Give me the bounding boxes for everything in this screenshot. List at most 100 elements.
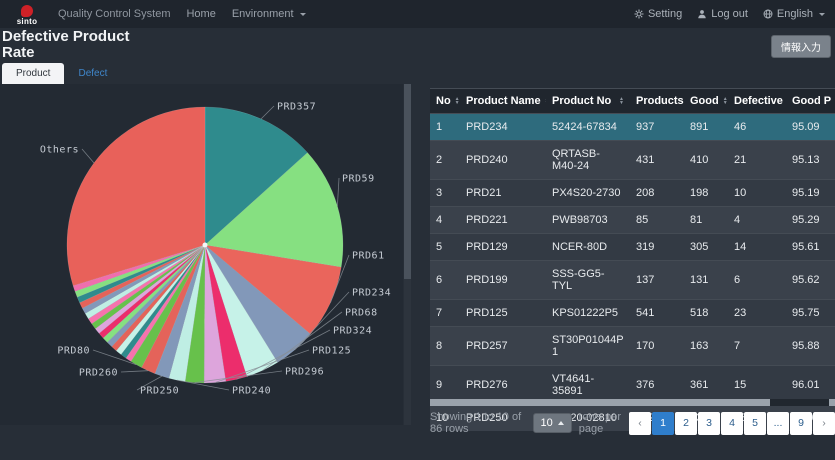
table-row[interactable]: 1PRD23452424-678349378914695.09 xyxy=(430,114,835,141)
brand[interactable]: sinto xyxy=(10,5,44,26)
page-next-button[interactable]: › xyxy=(813,412,835,435)
table-cell: 95.62 xyxy=(786,261,835,300)
sort-icon[interactable]: ▲▼ xyxy=(545,97,546,105)
table-cell: 170 xyxy=(630,327,684,366)
nav-item-language[interactable]: English xyxy=(763,8,825,20)
table-cell: PRD125 xyxy=(460,300,546,327)
table-cell: PRD199 xyxy=(460,261,546,300)
chevron-up-icon xyxy=(558,421,564,425)
page-button-4[interactable]: 4 xyxy=(721,412,743,435)
sort-icon[interactable]: ▲▼ xyxy=(455,97,460,105)
page-button-...[interactable]: ... xyxy=(767,412,789,435)
pagination: ‹12345...9› xyxy=(629,412,835,435)
table-cell: PRD240 xyxy=(460,141,546,180)
table-cell: 46 xyxy=(728,114,786,141)
table-cell: 518 xyxy=(684,300,728,327)
page-size-dropdown[interactable]: 10 xyxy=(533,413,572,433)
pie-label-leader-line xyxy=(82,149,94,163)
page-button-2[interactable]: 2 xyxy=(675,412,697,435)
table-row[interactable]: 3PRD21PX4S20-27302081981095.19 xyxy=(430,180,835,207)
column-header-product-name[interactable]: Product Name▲▼ xyxy=(460,89,546,114)
table-cell: PRD221 xyxy=(460,207,546,234)
column-label: No xyxy=(436,95,451,107)
table-row[interactable]: 2PRD240QRTASB-M40-244314102195.13 xyxy=(430,141,835,180)
person-icon xyxy=(697,9,707,19)
table-cell: 410 xyxy=(684,141,728,180)
gear-icon xyxy=(634,9,644,19)
table-cell: 198 xyxy=(684,180,728,207)
page-prev-button[interactable]: ‹ xyxy=(629,412,651,435)
table-cell: 131 xyxy=(684,261,728,300)
column-label: Good xyxy=(690,95,719,107)
column-header-good-p[interactable]: Good P xyxy=(786,89,835,114)
chevron-down-icon xyxy=(300,13,306,16)
nav-item-home[interactable]: Home xyxy=(186,8,215,20)
table-row[interactable]: 5PRD129NCER-80D3193051495.61 xyxy=(430,234,835,261)
page-button-3[interactable]: 3 xyxy=(698,412,720,435)
chart-vertical-scrollbar[interactable] xyxy=(404,84,411,425)
defective-rate-pie-chart: PRD357PRD59PRD61PRD234PRD68PRD324PRD125P… xyxy=(0,84,403,425)
column-label: Good P xyxy=(792,95,831,107)
column-label: Products xyxy=(636,95,684,107)
sinto-logo-icon xyxy=(21,5,33,17)
pie-label-prd68: PRD68 xyxy=(345,308,378,319)
column-header-good[interactable]: Good ▲▼ xyxy=(684,89,728,114)
scrollbar-thumb[interactable] xyxy=(404,84,411,279)
table-cell: 95.09 xyxy=(786,114,835,141)
pagination-info: Showing 1 to 10 of 86 rows 10 rows per p… xyxy=(430,411,629,435)
table-cell: 6 xyxy=(430,261,460,300)
table-row[interactable]: 8PRD257ST30P01044P1170163795.88 xyxy=(430,327,835,366)
column-header-defective[interactable]: Defective▲▼ xyxy=(728,89,786,114)
page-title: Defective Product Rate xyxy=(2,29,152,61)
pie-label-prd324: PRD324 xyxy=(333,326,372,337)
column-header-products[interactable]: Products▲▼ xyxy=(630,89,684,114)
sort-icon[interactable]: ▲▼ xyxy=(619,97,624,105)
table-row[interactable]: 6PRD199SSS-GG5-TYL137131695.62 xyxy=(430,261,835,300)
table-cell: PRD257 xyxy=(460,327,546,366)
nav-item-environment[interactable]: Environment xyxy=(232,8,306,20)
table-cell: 95.88 xyxy=(786,327,835,366)
table-cell: 95.75 xyxy=(786,300,835,327)
table-cell: NCER-80D xyxy=(546,234,630,261)
column-label: Defective xyxy=(734,95,783,107)
table-row[interactable]: 4PRD221PWB987038581495.29 xyxy=(430,207,835,234)
table-horizontal-scrollbar[interactable] xyxy=(430,399,835,406)
table-cell: 8 xyxy=(430,327,460,366)
table-cell: PX4S20-2730 xyxy=(546,180,630,207)
table-cell: 137 xyxy=(630,261,684,300)
pie-label-prd61: PRD61 xyxy=(352,251,385,262)
page-button-5[interactable]: 5 xyxy=(744,412,766,435)
table-cell: 6 xyxy=(728,261,786,300)
table-cell: 891 xyxy=(684,114,728,141)
data-input-button[interactable]: 情報入力 xyxy=(771,35,831,58)
page-button-1[interactable]: 1 xyxy=(652,412,674,435)
pie-label-prd357: PRD357 xyxy=(277,102,316,113)
page-button-9[interactable]: 9 xyxy=(790,412,812,435)
table-cell: 10 xyxy=(728,180,786,207)
globe-icon xyxy=(763,9,773,19)
pie-label-others: Others xyxy=(40,145,79,156)
tabbar: Product Defect xyxy=(0,62,835,84)
nav-item-logout[interactable]: Log out xyxy=(697,8,748,20)
table-cell: 3 xyxy=(430,180,460,207)
table-cell: 95.13 xyxy=(786,141,835,180)
scrollbar-thumb[interactable] xyxy=(430,399,770,406)
table-row[interactable]: 7PRD125KPS01222P55415182395.75 xyxy=(430,300,835,327)
column-header-no[interactable]: No ▲▼ xyxy=(430,89,460,114)
pie-label-prd250: PRD250 xyxy=(140,386,179,397)
column-header-product-no[interactable]: Product No ▲▼ xyxy=(546,89,630,114)
pie-label-prd125: PRD125 xyxy=(312,346,351,357)
chevron-down-icon xyxy=(819,13,825,16)
table-cell: SSS-GG5-TYL xyxy=(546,261,630,300)
tab-defect[interactable]: Defect xyxy=(64,63,121,84)
table-cell: 208 xyxy=(630,180,684,207)
nav-item-setting[interactable]: Setting xyxy=(634,8,682,20)
tab-product[interactable]: Product xyxy=(2,63,64,84)
product-table: No▲▼Product Name▲▼Product No▲▼Products▲▼… xyxy=(430,88,835,431)
table-footer: Showing 1 to 10 of 86 rows 10 rows per p… xyxy=(430,410,835,436)
column-label: Product No xyxy=(552,95,611,107)
table-cell: 52424-67834 xyxy=(546,114,630,141)
sort-icon[interactable]: ▲▼ xyxy=(723,97,728,105)
pie-label-prd240: PRD240 xyxy=(232,386,271,397)
table-cell: ST30P01044P1 xyxy=(546,327,630,366)
